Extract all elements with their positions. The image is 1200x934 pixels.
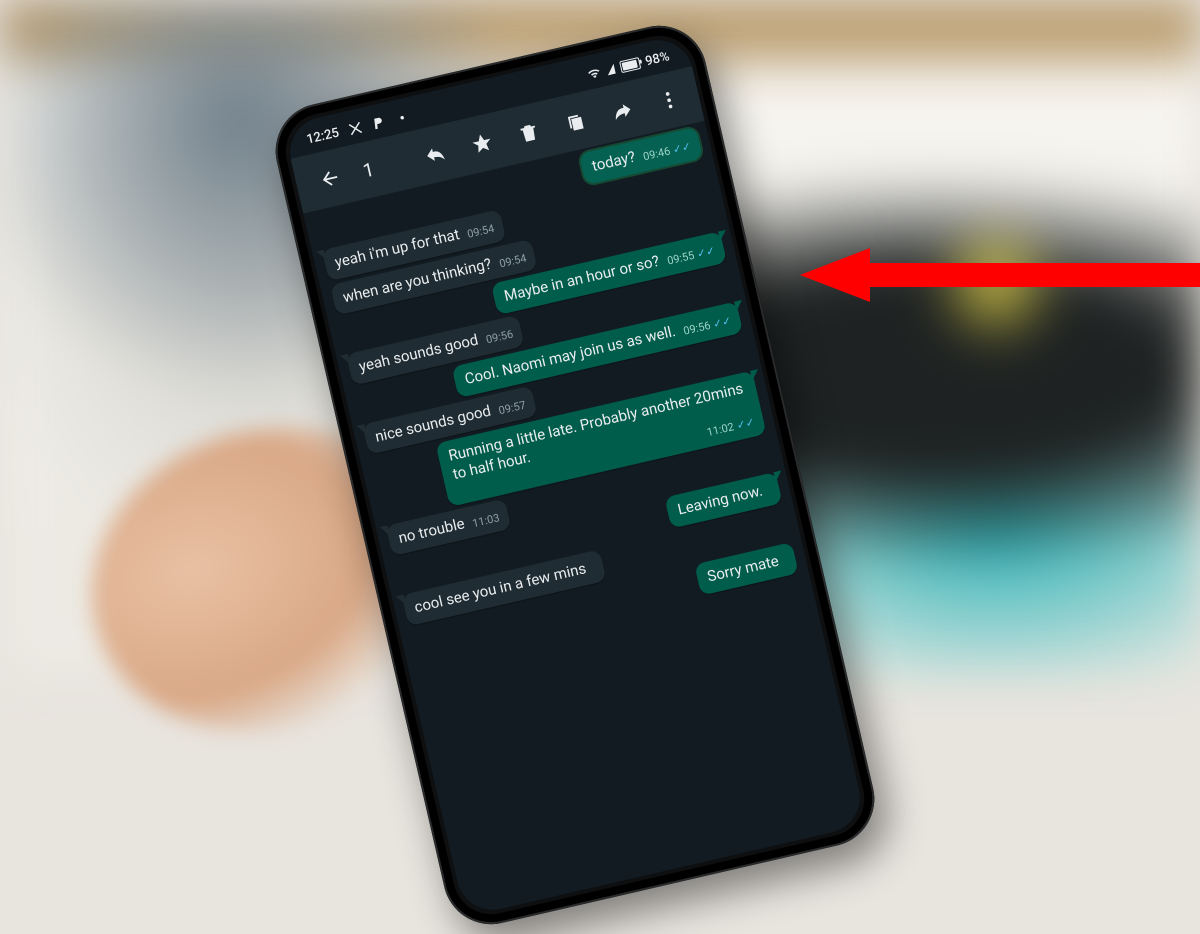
status-time: 12:25: [305, 125, 341, 147]
forward-button[interactable]: [598, 87, 646, 135]
message-timestamp: 09:54: [466, 222, 496, 242]
star-button[interactable]: [458, 119, 506, 167]
back-button[interactable]: [306, 155, 354, 203]
notification-dot-icon: [394, 109, 411, 126]
overflow-menu-button[interactable]: [645, 76, 693, 124]
selection-count: 1: [361, 157, 377, 182]
read-receipt-icon: ✓✓: [712, 314, 733, 331]
battery-icon: [619, 57, 641, 73]
copy-button[interactable]: [552, 98, 600, 146]
x-app-icon: [347, 120, 364, 137]
message-text: Sorry mate: [705, 551, 780, 586]
message-timestamp: 09:46✓✓: [642, 140, 693, 164]
message-text: today?: [590, 148, 637, 176]
paypal-app-icon: [370, 115, 387, 132]
read-receipt-icon: ✓✓: [735, 415, 756, 432]
message-timestamp: 09:54: [498, 251, 528, 271]
read-receipt-icon: ✓✓: [672, 140, 693, 157]
message-timestamp: 09:57: [497, 398, 527, 418]
message-timestamp: 09:56✓✓: [682, 314, 733, 338]
wifi-icon: [585, 65, 602, 82]
chat-message-list[interactable]: today?09:46✓✓yeah i'm up for that09:54wh…: [303, 121, 813, 683]
message-timestamp: 11:03: [471, 511, 501, 531]
delete-button[interactable]: [505, 109, 553, 157]
overflow-menu-icon: [656, 87, 682, 113]
message-timestamp: 09:55✓✓: [666, 244, 717, 268]
battery-percent: 98%: [644, 49, 671, 69]
signal-icon: [605, 64, 615, 76]
read-receipt-icon: ✓✓: [696, 244, 717, 261]
reply-button[interactable]: [411, 130, 459, 178]
message-timestamp: 09:56: [485, 328, 515, 348]
message-text: no trouble: [397, 514, 467, 547]
